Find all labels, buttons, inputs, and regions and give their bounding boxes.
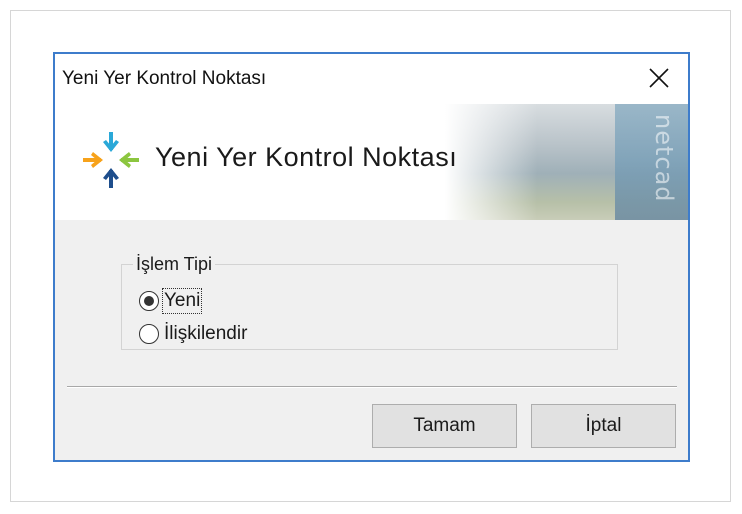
radio-label-yeni[interactable]: Yeni <box>161 288 203 314</box>
radio-button[interactable] <box>139 324 159 344</box>
close-button[interactable] <box>636 58 682 98</box>
netcad-logo-icon <box>83 132 139 188</box>
close-icon <box>649 68 669 88</box>
banner-title: Yeni Yer Kontrol Noktası <box>155 142 458 172</box>
cancel-button[interactable]: İptal <box>531 404 676 448</box>
dialog-window: Yeni Yer Kontrol Noktası netcad Yeni Yer… <box>53 52 690 462</box>
separator-line <box>67 386 677 388</box>
radio-option-iliskilendir[interactable]: İlişkilendir <box>139 323 247 345</box>
radio-dot <box>144 296 154 306</box>
ok-button[interactable]: Tamam <box>372 404 517 448</box>
radio-button-selected[interactable] <box>139 291 159 311</box>
operation-type-label: İşlem Tipi <box>133 254 216 275</box>
radio-label-iliskilendir[interactable]: İlişkilendir <box>164 323 247 345</box>
window-title: Yeni Yer Kontrol Noktası <box>62 68 267 89</box>
banner-watermark: netcad <box>650 114 678 203</box>
title-bar[interactable]: Yeni Yer Kontrol Noktası <box>55 54 688 104</box>
radio-option-yeni[interactable]: Yeni <box>139 288 203 314</box>
